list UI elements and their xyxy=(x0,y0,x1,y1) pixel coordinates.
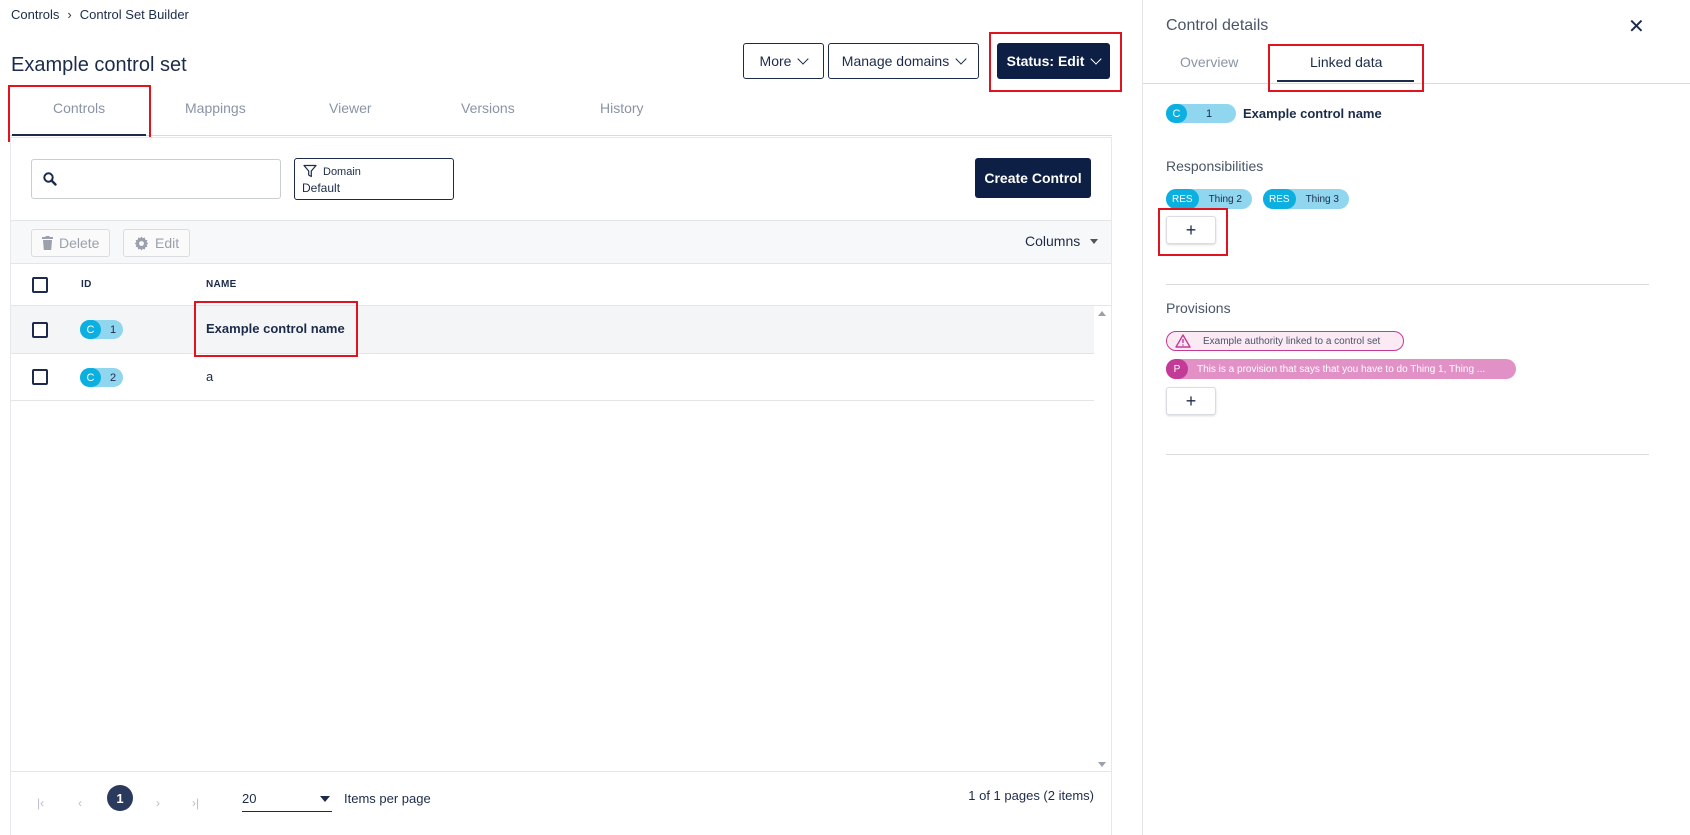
column-header-name[interactable]: NAME xyxy=(206,279,237,290)
domain-filter-value: Default xyxy=(302,181,341,195)
authority-tag[interactable]: Example authority linked to a control se… xyxy=(1166,331,1404,351)
next-page-icon[interactable]: › xyxy=(156,796,160,810)
provision-label: This is a provision that says that you h… xyxy=(1197,363,1486,375)
responsibilities-title: Responsibilities xyxy=(1166,158,1264,174)
responsibility-tag-type: RES xyxy=(1166,189,1199,209)
create-control-button[interactable]: Create Control xyxy=(975,158,1091,198)
section-divider xyxy=(1166,454,1649,455)
columns-label: Columns xyxy=(1025,233,1081,249)
control-prefix: C xyxy=(80,368,101,387)
status-button-label: Status: Edit xyxy=(1006,53,1085,69)
column-header-id[interactable]: ID xyxy=(81,279,92,290)
provision-tag-type: P xyxy=(1166,359,1188,379)
control-id: 2 xyxy=(110,371,117,384)
control-id-badge: C 2 xyxy=(80,368,124,387)
filter-icon xyxy=(303,164,317,178)
responsibility-tag[interactable]: RES Thing 2 xyxy=(1166,189,1252,209)
control-name[interactable]: a xyxy=(206,369,213,384)
active-tab-indicator xyxy=(12,134,146,136)
panel-tab-bar: Overview Linked data xyxy=(1143,44,1690,84)
table-row[interactable]: C 2 a xyxy=(11,354,1094,401)
table-scrollbar[interactable] xyxy=(1094,306,1110,771)
page-title: Example control set xyxy=(11,54,187,76)
tab-versions[interactable]: Versions xyxy=(461,100,515,116)
status-edit-button[interactable]: Status: Edit xyxy=(997,43,1110,79)
select-all-checkbox[interactable] xyxy=(32,277,48,293)
tab-bar: Controls Mappings Viewer Versions Histor… xyxy=(10,90,1112,136)
add-provision-button[interactable]: + xyxy=(1166,387,1216,415)
page-size-value: 20 xyxy=(242,791,257,806)
page-size-select[interactable]: 20 xyxy=(242,786,332,812)
gear-icon xyxy=(134,235,149,251)
trash-icon xyxy=(42,236,53,250)
close-icon[interactable]: ✕ xyxy=(1628,14,1645,39)
responsibility-tag-type: RES xyxy=(1263,189,1296,209)
control-name[interactable]: Example control name xyxy=(206,321,345,336)
page-info: 1 of 1 pages (2 items) xyxy=(968,788,1094,803)
more-button-label: More xyxy=(759,53,792,69)
responsibility-tag-label: Thing 2 xyxy=(1208,193,1242,205)
more-button[interactable]: More xyxy=(743,43,824,79)
responsibility-tag-label: Thing 3 xyxy=(1305,193,1339,205)
tab-controls[interactable]: Controls xyxy=(53,100,105,116)
table-header: ID NAME xyxy=(11,264,1111,306)
delete-label: Delete xyxy=(59,235,100,251)
current-page[interactable]: 1 xyxy=(107,785,133,811)
row-checkbox[interactable] xyxy=(32,322,48,338)
control-id: 1 xyxy=(110,323,117,336)
breadcrumb: Controls › Control Set Builder xyxy=(11,7,189,22)
control-id-badge: C 1 xyxy=(80,320,124,339)
panel-control-name: Example control name xyxy=(1243,106,1382,121)
tab-overview[interactable]: Overview xyxy=(1180,54,1238,70)
domain-filter[interactable]: Domain Default xyxy=(294,158,454,200)
responsibility-tag[interactable]: RES Thing 3 xyxy=(1263,189,1349,209)
warning-icon xyxy=(1175,334,1191,348)
tab-linked-data[interactable]: Linked data xyxy=(1310,54,1382,70)
edit-label: Edit xyxy=(155,235,180,251)
control-prefix: C xyxy=(80,320,101,339)
tab-history[interactable]: History xyxy=(600,100,644,116)
scroll-down-icon[interactable] xyxy=(1098,762,1106,767)
add-responsibility-button[interactable]: + xyxy=(1166,216,1216,244)
search-input[interactable] xyxy=(31,159,281,199)
first-page-icon[interactable]: |‹ xyxy=(37,796,44,810)
last-page-icon[interactable]: ›| xyxy=(192,796,199,810)
pagination: |‹ ‹ 1 › ›| 20 Items per page 1 of 1 pag… xyxy=(11,771,1111,825)
create-control-label: Create Control xyxy=(984,170,1082,186)
caret-down-icon xyxy=(320,796,330,802)
manage-domains-button[interactable]: Manage domains xyxy=(828,43,979,79)
control-id-badge: C 1 xyxy=(1166,104,1236,123)
manage-domains-label: Manage domains xyxy=(841,53,950,69)
search-icon xyxy=(43,172,57,186)
active-panel-tab-indicator xyxy=(1277,80,1414,82)
control-prefix: C xyxy=(1166,104,1187,123)
chevron-down-icon xyxy=(955,53,967,65)
edit-button[interactable]: Edit xyxy=(123,229,191,257)
chevron-right-icon: › xyxy=(67,7,72,22)
prev-page-icon[interactable]: ‹ xyxy=(78,796,82,810)
chevron-down-icon xyxy=(1090,53,1103,65)
scroll-up-icon[interactable] xyxy=(1098,311,1106,316)
delete-button[interactable]: Delete xyxy=(31,229,111,257)
row-checkbox[interactable] xyxy=(32,369,48,385)
chevron-down-icon xyxy=(797,53,810,65)
section-divider xyxy=(1166,284,1649,285)
items-per-page-label: Items per page xyxy=(344,791,431,806)
table-toolbar: Delete Edit xyxy=(11,220,1111,264)
control-details-panel xyxy=(1142,0,1690,835)
panel-title: Control details xyxy=(1166,17,1269,34)
tab-viewer[interactable]: Viewer xyxy=(329,100,372,116)
authority-label: Example authority linked to a control se… xyxy=(1203,335,1381,347)
provisions-title: Provisions xyxy=(1166,300,1231,316)
tab-mappings[interactable]: Mappings xyxy=(185,100,246,116)
control-id: 1 xyxy=(1206,107,1213,120)
table-row[interactable]: C 1 Example control name xyxy=(11,306,1094,354)
provision-tag[interactable]: P This is a provision that says that you… xyxy=(1166,359,1516,379)
domain-filter-label: Domain xyxy=(323,166,361,178)
caret-down-icon xyxy=(1090,238,1099,244)
breadcrumb-controls-link[interactable]: Controls xyxy=(11,7,59,22)
columns-menu[interactable]: Columns xyxy=(1025,233,1099,249)
breadcrumb-current: Control Set Builder xyxy=(79,7,189,22)
